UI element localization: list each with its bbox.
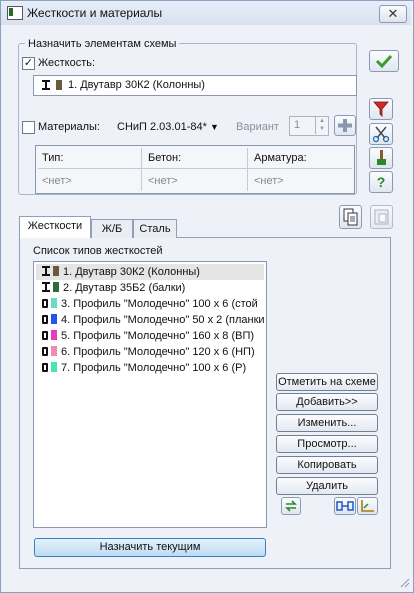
assign-group-title: Назначить элементам схемы — [25, 38, 180, 50]
type-column: Тип: <нет> — [36, 146, 141, 193]
apply-button[interactable] — [369, 50, 399, 72]
box-profile-icon — [42, 331, 48, 340]
norm-value: СНиП 2.03.01-84* — [117, 121, 207, 133]
tab-steel[interactable]: Сталь — [133, 219, 177, 238]
color-swatch — [51, 314, 57, 324]
brush-icon — [377, 150, 386, 165]
materials-label: Материалы: — [38, 121, 100, 133]
i-beam-icon — [42, 80, 50, 90]
section-icon — [336, 501, 354, 511]
color-swatch — [51, 362, 57, 372]
filter-icon — [373, 101, 389, 117]
list-item-label: 6. Профиль "Молодечно" 120 x 6 (НП) — [61, 346, 255, 358]
variant-value: 1 — [294, 119, 301, 131]
title-bar: Жесткости и материалы ✕ — [1, 1, 411, 25]
list-item[interactable]: 3. Профиль "Молодечно" 100 x 6 (стой — [36, 296, 264, 312]
spinner-arrows-icon[interactable]: ▲ ▼ — [315, 117, 328, 134]
i-beam-icon — [42, 282, 50, 292]
type-header: Тип: — [42, 152, 64, 164]
concrete-value: <нет> — [148, 175, 178, 187]
list-item[interactable]: 2. Двутавр 35Б2 (балки) — [36, 280, 264, 296]
section-view-button[interactable] — [334, 497, 356, 515]
cut-button[interactable] — [369, 123, 393, 145]
axes-button[interactable] — [357, 497, 378, 515]
list-item[interactable]: 7. Профиль "Молодечно" 100 x 6 (Р) — [36, 360, 264, 376]
mark-on-scheme-button[interactable]: Отметить на схеме — [276, 373, 378, 391]
list-item-label: 1. Двутавр 30К2 (Колонны) — [63, 266, 200, 278]
list-item[interactable]: 6. Профиль "Молодечно" 120 x 6 (НП) — [36, 344, 264, 360]
refresh-arrows-icon — [285, 500, 297, 512]
scissors-icon — [372, 126, 390, 143]
paste-button[interactable] — [370, 205, 393, 229]
list-item[interactable]: 1. Двутавр 30К2 (Колонны) — [36, 264, 264, 280]
paste-icon — [374, 209, 389, 225]
help-icon: ? — [377, 174, 386, 190]
norm-select[interactable]: СНиП 2.03.01-84* ▼ — [117, 121, 219, 133]
box-profile-icon — [42, 299, 48, 308]
concrete-column: Бетон: <нет> — [142, 146, 247, 193]
close-button[interactable]: ✕ — [379, 5, 407, 23]
copy-type-button[interactable]: Копировать — [276, 456, 378, 474]
rebar-column: Арматура: <нет> — [248, 146, 353, 193]
rebar-header: Арматура: — [254, 152, 307, 164]
color-swatch — [53, 282, 59, 292]
delete-button[interactable]: Удалить — [276, 477, 378, 495]
variant-spinner[interactable]: 1 ▲ ▼ — [289, 116, 329, 136]
window-title: Жесткости и материалы — [27, 6, 163, 20]
color-swatch — [51, 330, 57, 340]
help-button[interactable]: ? — [369, 171, 393, 193]
tab-stiffness[interactable]: Жесткости — [19, 216, 91, 238]
concrete-header: Бетон: — [148, 152, 182, 164]
stiffness-checkbox[interactable]: ✓ — [22, 57, 35, 70]
checkmark-icon — [375, 54, 393, 69]
list-item-label: 2. Двутавр 35Б2 (балки) — [63, 282, 186, 294]
variant-label: Вариант — [236, 121, 279, 133]
color-swatch — [51, 346, 57, 356]
brush-button[interactable] — [369, 147, 393, 169]
i-beam-icon — [42, 266, 50, 276]
materials-grid: Тип: <нет> Бетон: <нет> Арматура: <нет> — [35, 145, 355, 194]
list-item[interactable]: 5. Профиль "Молодечно" 160 x 8 (ВП) — [36, 328, 264, 344]
stiffness-label: Жесткость: — [38, 57, 96, 69]
box-profile-icon — [42, 347, 48, 356]
axes-icon — [361, 500, 374, 512]
list-item-label: 7. Профиль "Молодечно" 100 x 6 (Р) — [61, 362, 247, 374]
copy-button[interactable] — [339, 205, 362, 229]
stiffness-value: 1. Двутавр 30К2 (Колонны) — [68, 79, 205, 91]
dropdown-arrow-icon: ▼ — [209, 122, 219, 132]
box-profile-icon — [42, 363, 48, 372]
window-icon — [7, 6, 23, 20]
color-swatch — [56, 80, 63, 90]
box-profile-icon — [42, 315, 48, 324]
edit-button[interactable]: Изменить... — [276, 414, 378, 432]
color-swatch — [53, 266, 59, 276]
filter-button[interactable] — [369, 98, 393, 120]
materials-checkbox[interactable] — [22, 121, 35, 134]
view-button[interactable]: Просмотр... — [276, 435, 378, 453]
svg-text:?: ? — [377, 174, 386, 190]
list-item-label: 5. Профиль "Молодечно" 160 x 8 (ВП) — [61, 330, 255, 342]
refresh-button[interactable] — [281, 497, 301, 515]
tab-reinforced-concrete[interactable]: Ж/Б — [91, 219, 133, 238]
list-item-label: 3. Профиль "Молодечно" 100 x 6 (стой — [61, 298, 258, 310]
plus-icon — [338, 119, 352, 132]
type-value: <нет> — [42, 175, 72, 187]
color-swatch — [51, 298, 57, 308]
resize-grip-icon[interactable] — [398, 576, 410, 588]
list-item-label: 4. Профиль "Молодечно" 50 x 2 (планки — [61, 314, 264, 326]
list-title: Список типов жесткостей — [33, 245, 163, 257]
add-button[interactable]: Добавить>> — [276, 393, 378, 411]
stiffness-field[interactable]: 1. Двутавр 30К2 (Колонны) — [33, 75, 357, 96]
list-item[interactable]: 4. Профиль "Молодечно" 50 x 2 (планки — [36, 312, 264, 328]
assign-current-button[interactable]: Назначить текущим — [34, 538, 266, 557]
add-variant-button[interactable] — [334, 115, 356, 136]
copy-documents-icon — [343, 208, 358, 226]
stiffness-list[interactable]: 1. Двутавр 30К2 (Колонны) 2. Двутавр 35Б2… — [33, 261, 267, 528]
rebar-value: <нет> — [254, 175, 284, 187]
